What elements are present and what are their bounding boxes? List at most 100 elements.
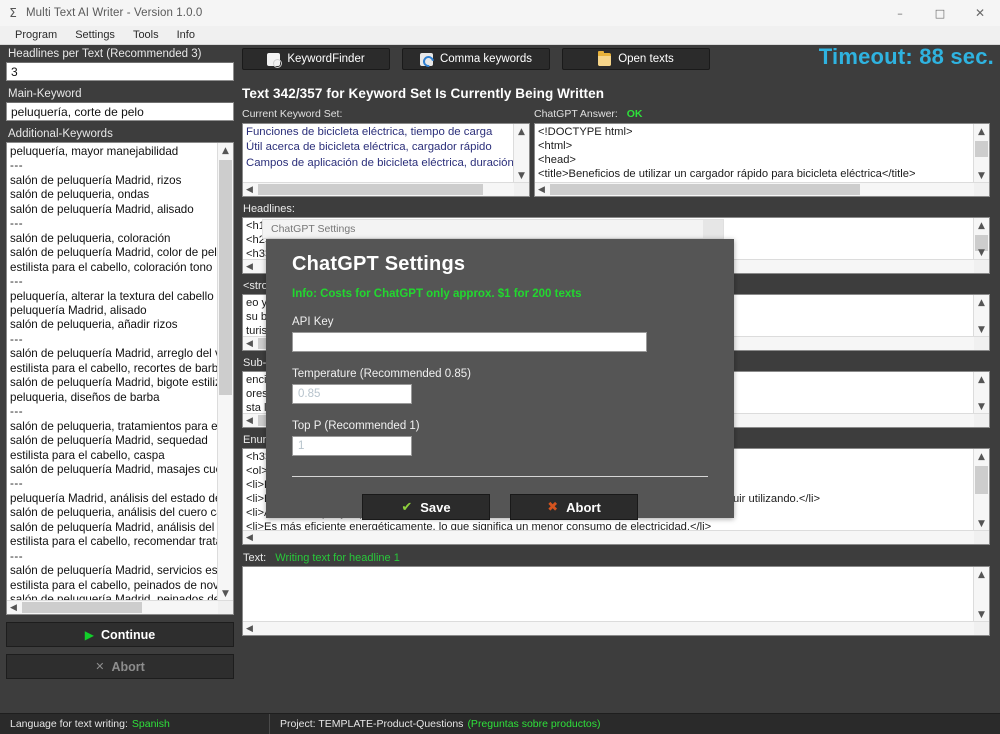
keyword-finder-button[interactable]: KeywordFinder: [242, 48, 390, 70]
scroll-down-icon[interactable]: ▼: [974, 516, 989, 531]
subheadlines-vscrollbar[interactable]: ▲ ▼: [973, 372, 989, 414]
api-key-field[interactable]: [292, 332, 647, 352]
chatgpt-answer-label: ChatGPT Answer: OK: [534, 108, 990, 120]
list-item: salón de peluquería Madrid, servicios es…: [10, 564, 218, 578]
dialog-abort-label: Abort: [566, 499, 601, 515]
chatgpt-answer-status: OK: [626, 108, 643, 120]
open-texts-button[interactable]: Open texts: [562, 48, 710, 70]
scroll-down-icon[interactable]: ▼: [974, 607, 989, 622]
keyword-finder-icon: [267, 52, 283, 68]
sidebar: Headlines per Text (Recommended 3) Main-…: [6, 48, 234, 694]
scroll-corner: [974, 260, 989, 273]
scroll-left-icon[interactable]: ◀: [243, 414, 256, 427]
scroll-down-icon[interactable]: ▼: [974, 322, 989, 337]
chatgpt-settings-dialog: ChatGPT Settings Info: Costs for ChatGPT…: [266, 239, 734, 520]
answer-hscrollbar[interactable]: ◀ ▶: [535, 182, 989, 196]
status-bar: Language for text writing: Spanish Proje…: [0, 713, 1000, 734]
chatgpt-answer-text: <!DOCTYPE html> <html> <head> <title>Benefi…: [535, 124, 974, 183]
enumerations-vscrollbar[interactable]: ▲ ▼: [973, 449, 989, 531]
hscroll-thumb[interactable]: [258, 184, 483, 195]
headlines-per-text-input[interactable]: [6, 62, 234, 81]
scroll-left-icon[interactable]: ◀: [243, 531, 256, 544]
scroll-left-icon[interactable]: ◀: [243, 337, 256, 350]
list-item: ---: [10, 405, 24, 419]
scroll-up-icon[interactable]: ▲: [974, 124, 989, 139]
keywordset-hscrollbar[interactable]: ◀ ▶: [243, 182, 529, 196]
status-project-note: (Preguntas sobre productos): [467, 718, 601, 730]
sigma-icon: Σ: [9, 6, 17, 20]
additional-keywords-listbox[interactable]: peluquería, mayor manejabilidad --- salón …: [6, 142, 234, 615]
scroll-down-icon[interactable]: ▼: [974, 245, 989, 260]
current-keyword-set-box[interactable]: Funciones de bicicleta eléctrica, tiempo…: [242, 123, 530, 197]
abort-button[interactable]: ✕ Abort: [6, 654, 234, 679]
list-item: salón de peluquería Madrid, alisado: [10, 202, 194, 216]
text-hscrollbar[interactable]: ◀ ▶: [243, 621, 989, 635]
scroll-left-icon[interactable]: ◀: [243, 260, 256, 273]
headlines-label: Headlines:: [243, 203, 295, 215]
keywords-vertical-scrollbar[interactable]: ▲ ▼: [217, 143, 233, 601]
menu-item-tools[interactable]: Tools: [124, 26, 168, 44]
enumerations-hscrollbar[interactable]: ◀ ▶: [243, 530, 989, 544]
x-icon: ✕: [95, 660, 105, 673]
hscroll-thumb[interactable]: [22, 602, 142, 613]
temperature-field[interactable]: [292, 384, 412, 404]
dialog-title-bar-text: ChatGPT Settings: [271, 223, 356, 235]
continue-button-label: Continue: [101, 627, 156, 642]
scroll-left-icon[interactable]: ◀: [535, 183, 548, 196]
list-item: Funciones de bicicleta eléctrica, tiempo…: [246, 126, 493, 138]
list-item: salón de peluquería Madrid, rizos: [10, 173, 182, 187]
keywords-horizontal-scrollbar[interactable]: ◀ ▶: [7, 600, 233, 614]
minimize-button[interactable]: –: [880, 0, 920, 26]
scroll-down-icon[interactable]: ▼: [218, 586, 233, 601]
scroll-thumb[interactable]: [975, 141, 988, 157]
status-language-value: Spanish: [131, 718, 170, 730]
text-vscrollbar[interactable]: ▲ ▼: [973, 567, 989, 622]
scroll-up-icon[interactable]: ▲: [974, 449, 989, 464]
scroll-down-icon[interactable]: ▼: [514, 168, 529, 183]
scroll-left-icon[interactable]: ◀: [243, 622, 256, 635]
dialog-save-button[interactable]: ✔ Save: [362, 494, 490, 520]
close-button[interactable]: ✕: [960, 0, 1000, 26]
dialog-close-button[interactable]: [703, 220, 723, 238]
scroll-up-icon[interactable]: ▲: [974, 372, 989, 387]
scroll-up-icon[interactable]: ▲: [514, 124, 529, 139]
window-controls: – □ ✕: [880, 0, 1000, 26]
scroll-left-icon[interactable]: ◀: [7, 601, 20, 614]
dialog-abort-button[interactable]: ✖ Abort: [510, 494, 638, 520]
scroll-thumb[interactable]: [975, 466, 988, 494]
scroll-down-icon[interactable]: ▼: [974, 168, 989, 183]
list-item: Campos de aplicación de bicicleta eléctr…: [246, 156, 514, 169]
keywordset-vscrollbar[interactable]: ▲ ▼: [513, 124, 529, 183]
menu-item-program[interactable]: Program: [6, 26, 66, 44]
scroll-up-icon[interactable]: ▲: [974, 295, 989, 310]
scroll-down-icon[interactable]: ▼: [974, 399, 989, 414]
answer-vscrollbar[interactable]: ▲ ▼: [973, 124, 989, 183]
menu-item-info[interactable]: Info: [168, 26, 204, 44]
headlines-vscrollbar[interactable]: ▲ ▼: [973, 218, 989, 260]
menu-item-settings[interactable]: Settings: [66, 26, 124, 44]
scroll-left-icon[interactable]: ◀: [243, 183, 256, 196]
list-item: <head>: [538, 154, 576, 167]
scroll-thumb[interactable]: [219, 160, 232, 395]
continue-button[interactable]: ▶ Continue: [6, 622, 234, 647]
scroll-up-icon[interactable]: ▲: [218, 143, 233, 158]
hscroll-thumb[interactable]: [550, 184, 860, 195]
list-item: salón de peluqueria, coloración: [10, 231, 171, 245]
maximize-button[interactable]: □: [920, 0, 960, 26]
scroll-corner: [974, 531, 989, 544]
strong-vscrollbar[interactable]: ▲ ▼: [973, 295, 989, 337]
scroll-corner: [974, 183, 989, 196]
text-box[interactable]: ▲ ▼ ◀ ▶: [242, 566, 990, 636]
list-item: salón de peluqueria, análisis del cuero …: [10, 506, 218, 520]
text-output: [243, 567, 974, 622]
scroll-up-icon[interactable]: ▲: [974, 218, 989, 233]
comma-keywords-button[interactable]: Comma keywords: [402, 48, 550, 70]
window-title: Multi Text AI Writer - Version 1.0.0: [26, 7, 203, 19]
top-p-field[interactable]: [292, 436, 412, 456]
chatgpt-answer-box[interactable]: <!DOCTYPE html> <html> <head> <title>Benefi…: [534, 123, 990, 197]
abort-button-label: Abort: [111, 659, 145, 674]
main-keyword-input[interactable]: [6, 102, 234, 121]
additional-keywords-label: Additional-Keywords: [8, 128, 113, 140]
scroll-up-icon[interactable]: ▲: [974, 567, 989, 582]
headlines-per-text-label: Headlines per Text (Recommended 3): [8, 48, 202, 60]
